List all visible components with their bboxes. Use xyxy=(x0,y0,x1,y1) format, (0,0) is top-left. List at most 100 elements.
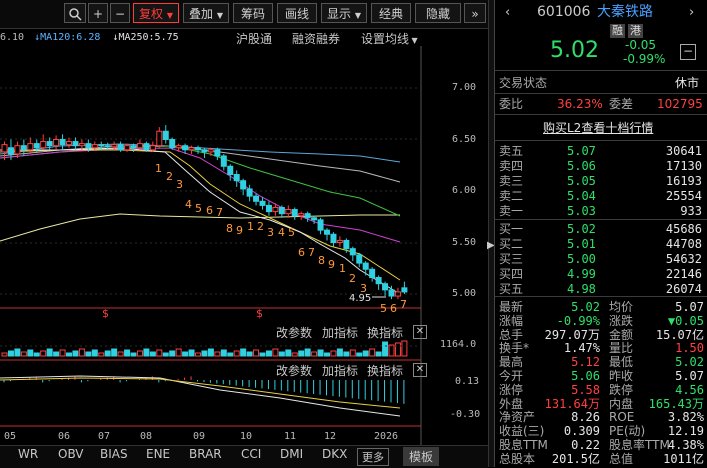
tab-bias[interactable]: BIAS xyxy=(100,447,128,461)
candle-body xyxy=(20,145,27,151)
tab-dkx[interactable]: DKX xyxy=(322,447,347,461)
bid-price[interactable]: 5.02 xyxy=(567,222,596,236)
ask-price[interactable]: 5.06 xyxy=(567,159,596,173)
tab-template[interactable]: 模板 xyxy=(403,447,440,466)
candle-body xyxy=(401,287,408,293)
candle-body xyxy=(195,147,201,151)
candle-body xyxy=(188,147,195,151)
hgt-link[interactable]: 沪股通 xyxy=(236,30,272,47)
set-ma-dropdown[interactable]: 设置均线 ▼ xyxy=(361,30,418,47)
ma-legend: 6.10 ↓MA120:6.28 ↓MA250:5.75 xyxy=(0,32,179,43)
candle-body xyxy=(40,141,47,149)
order-ratio-value: 36.23% xyxy=(557,97,603,111)
stat-value: 5.07 xyxy=(675,300,704,314)
overlay-dropdown[interactable]: 叠加 ▼ xyxy=(183,3,229,23)
tab-wr[interactable]: WR xyxy=(18,447,38,461)
stat-label: 总值 xyxy=(609,451,634,466)
ask-price[interactable]: 5.03 xyxy=(567,204,596,218)
tab-brar[interactable]: BRAR xyxy=(189,447,222,461)
stat-value: 201.5亿 xyxy=(551,451,600,466)
chips-button[interactable]: 筹码 xyxy=(233,3,273,23)
display-dropdown[interactable]: 显示 ▼ xyxy=(321,3,367,23)
td-mark: 6 xyxy=(390,302,397,315)
volume-bar xyxy=(382,341,389,357)
volume-bar xyxy=(85,351,92,357)
candle-body xyxy=(246,188,253,197)
zoom-in-button[interactable]: + xyxy=(88,3,108,23)
prev-stock-icon[interactable]: ‹ xyxy=(505,6,510,20)
candle-body xyxy=(369,268,376,279)
search-icon[interactable] xyxy=(64,3,86,23)
stat-label: 最低 xyxy=(609,355,634,370)
date-tick: 12 xyxy=(324,431,337,442)
bid-price[interactable]: 4.99 xyxy=(567,267,596,281)
volume-bar xyxy=(291,352,298,357)
close-icon[interactable]: ✕ xyxy=(413,363,427,377)
candle-body xyxy=(91,144,98,149)
stat-label: 量比 xyxy=(609,341,634,356)
set-ma-label: 设置均线 xyxy=(361,32,410,46)
bid-price[interactable]: 4.98 xyxy=(567,282,596,296)
td-mark: 7 xyxy=(400,298,407,311)
volume-bar xyxy=(104,350,111,357)
macd-switch-indicator-button[interactable]: 换指标 xyxy=(367,362,403,379)
stat-label: 涨幅 xyxy=(499,313,524,328)
s-marker: $ xyxy=(102,307,109,320)
stat-value: 1.50 xyxy=(675,341,704,356)
bid-price[interactable]: 5.00 xyxy=(567,252,596,266)
hide-button[interactable]: 隐藏 xyxy=(415,3,461,23)
macd-dea-line xyxy=(0,377,401,409)
candle-body xyxy=(272,206,279,213)
bid-label: 买二 xyxy=(499,237,524,251)
l2-upgrade-link[interactable]: 购买L2查看十档行情 xyxy=(543,121,653,135)
volume-params-button[interactable]: 改参数 xyxy=(276,324,312,341)
ask-label: 卖二 xyxy=(499,189,524,203)
price-tick: 5.50 xyxy=(452,237,477,248)
candle-body xyxy=(104,145,111,148)
date-tick: 2026 xyxy=(374,431,399,442)
date-tick: 05 xyxy=(4,431,17,442)
ma-prefix: 6.10 xyxy=(0,32,25,43)
ask-vol: 933 xyxy=(680,204,702,218)
tab-cci[interactable]: CCI xyxy=(241,447,261,461)
ask-price[interactable]: 5.07 xyxy=(567,144,596,158)
macd-add-indicator-button[interactable]: 加指标 xyxy=(322,362,358,379)
macd-params-button[interactable]: 改参数 xyxy=(276,362,312,379)
volume-bar xyxy=(298,350,305,357)
margin-link[interactable]: 融资融券 xyxy=(292,30,340,47)
candle-body xyxy=(53,139,60,147)
remove-watchlist-button[interactable]: − xyxy=(680,44,696,60)
draw-line-button[interactable]: 画线 xyxy=(277,3,317,23)
next-stock-icon[interactable]: › xyxy=(689,6,694,20)
candle-body xyxy=(330,233,337,243)
volume-bar xyxy=(27,349,34,357)
volume-bar xyxy=(285,349,292,357)
candle-body xyxy=(72,141,79,147)
ask-price[interactable]: 5.04 xyxy=(567,189,596,203)
candles-group xyxy=(1,125,408,300)
ask-price[interactable]: 5.05 xyxy=(567,174,596,188)
volume-add-indicator-button[interactable]: 加指标 xyxy=(322,324,358,341)
close-icon[interactable]: ✕ xyxy=(413,325,427,339)
tab-ene[interactable]: ENE xyxy=(146,447,170,461)
volume-switch-indicator-button[interactable]: 换指标 xyxy=(367,324,403,341)
candle-body xyxy=(136,143,143,149)
kline-chart[interactable]: 123 4567 8912 345 6 78 9 123 567 4.95 $ $ xyxy=(0,46,488,446)
candle-body xyxy=(220,155,227,167)
restore-rights-dropdown[interactable]: 复权 ▼ xyxy=(133,3,179,23)
volume-bar xyxy=(143,348,150,357)
volume-bar xyxy=(91,349,98,357)
zoom-out-button[interactable]: − xyxy=(110,3,130,23)
price-tick: 6.00 xyxy=(452,185,477,196)
tab-dmi[interactable]: DMI xyxy=(280,447,303,461)
classic-button[interactable]: 经典 xyxy=(371,3,411,23)
bid-price[interactable]: 5.01 xyxy=(567,237,596,251)
tab-more[interactable]: 更多 xyxy=(357,448,389,466)
stock-name[interactable]: 大秦铁路 xyxy=(597,5,653,19)
expand-more-button[interactable]: » xyxy=(464,3,486,23)
stat-value: 131.64万 xyxy=(544,396,600,411)
candle-body xyxy=(59,139,66,146)
order-diff-value: 102795 xyxy=(657,97,703,111)
tab-obv[interactable]: OBV xyxy=(58,447,84,461)
volume-bar xyxy=(311,351,318,357)
